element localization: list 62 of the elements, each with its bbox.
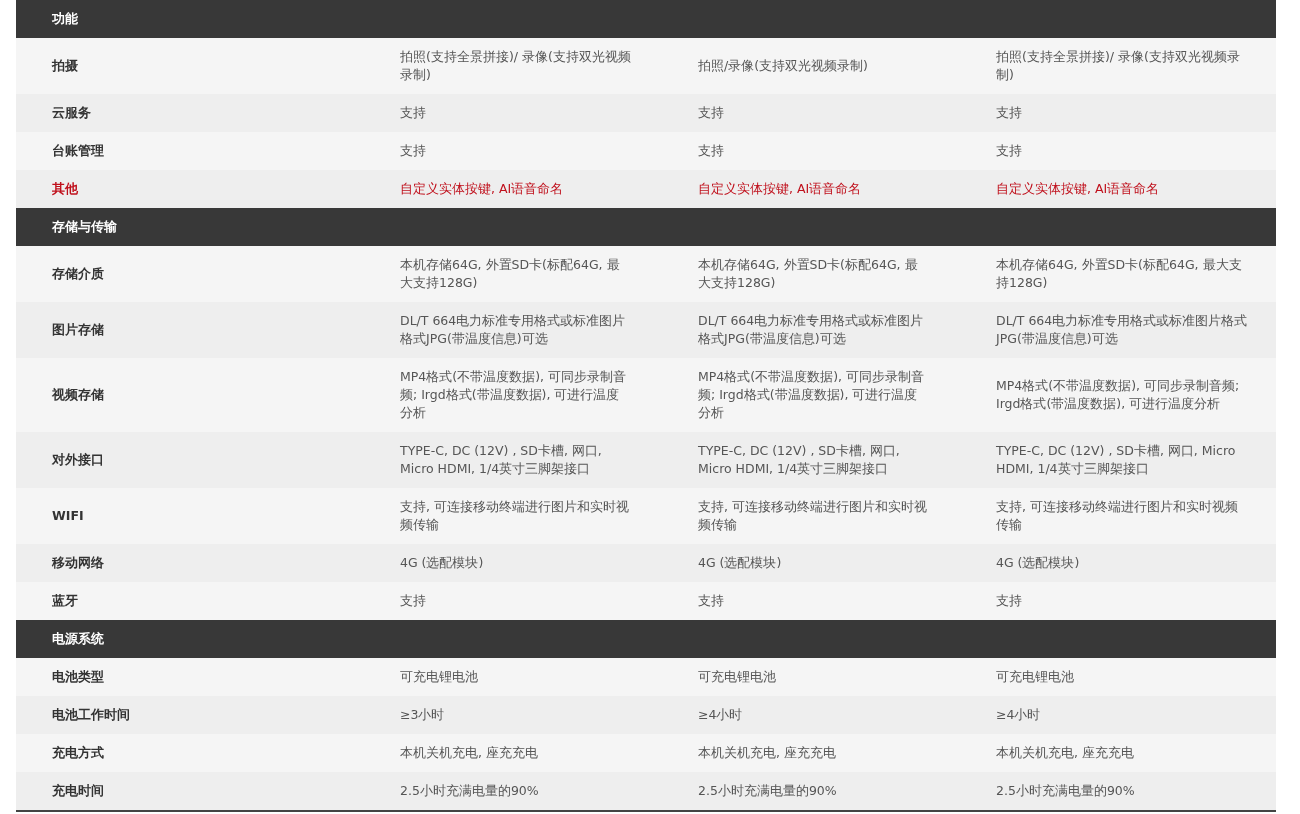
section-header: 电源系统 <box>16 620 1276 658</box>
table-cell: TYPE-C, DC (12V) , SD卡槽, 网口, Micro HDMI, 1/4英寸三脚架接口 <box>960 432 1276 488</box>
table-cell: 支持 <box>960 132 1276 170</box>
table-cell: 支持, 可连接移动终端进行图片和实时视频传输 <box>662 488 960 544</box>
table-cell: ≥4小时 <box>662 696 960 734</box>
table-cell: 可充电锂电池 <box>364 658 662 696</box>
table-cell: 支持 <box>662 582 960 620</box>
table-cell: 支持 <box>364 94 662 132</box>
table-cell: 本机关机充电, 座充充电 <box>662 734 960 772</box>
table-cell: 自定义实体按键, AI语音命名 <box>662 170 960 208</box>
table-cell: 本机关机充电, 座充充电 <box>364 734 662 772</box>
table-cell: 4G (选配模块) <box>364 544 662 582</box>
table-cell: 支持 <box>662 94 960 132</box>
row-label: 对外接口 <box>16 432 364 488</box>
table-cell: 4G (选配模块) <box>960 544 1276 582</box>
table-cell: 支持, 可连接移动终端进行图片和实时视频传输 <box>364 488 662 544</box>
row-label: 台账管理 <box>16 132 364 170</box>
row-label: 其他 <box>16 170 364 208</box>
table-cell: 4G (选配模块) <box>662 544 960 582</box>
table-cell: MP4格式(不带温度数据), 可同步录制音频; Irgd格式(带温度数据), 可进行温度分析 <box>364 358 662 432</box>
table-cell: DL/T 664电力标准专用格式或标准图片格式JPG(带温度信息)可选 <box>364 302 662 358</box>
table-cell: TYPE-C, DC (12V) , SD卡槽, 网口, Micro HDMI, 1/4英寸三脚架接口 <box>364 432 662 488</box>
table-cell: 拍照(支持全景拼接)/ 录像(支持双光视频录制) <box>960 38 1276 94</box>
table-cell: 支持 <box>960 94 1276 132</box>
table-cell: 支持 <box>364 132 662 170</box>
table-cell: 本机关机充电, 座充充电 <box>960 734 1276 772</box>
table-cell: MP4格式(不带温度数据), 可同步录制音频; Irgd格式(带温度数据), 可进行温度分析 <box>960 358 1276 432</box>
table-cell: DL/T 664电力标准专用格式或标准图片格式JPG(带温度信息)可选 <box>662 302 960 358</box>
table-cell: 本机存储64G, 外置SD卡(标配64G, 最大支持128G) <box>662 246 960 302</box>
row-label: 蓝牙 <box>16 582 364 620</box>
row-label: 存储介质 <box>16 246 364 302</box>
table-cell: 2.5小时充满电量的90% <box>364 772 662 811</box>
table-cell: 2.5小时充满电量的90% <box>960 772 1276 811</box>
table-cell: 可充电锂电池 <box>960 658 1276 696</box>
table-cell: 拍照/录像(支持双光视频录制) <box>662 38 960 94</box>
table-cell: 支持 <box>960 582 1276 620</box>
row-label: 充电时间 <box>16 772 364 811</box>
row-label: 移动网络 <box>16 544 364 582</box>
table-cell: MP4格式(不带温度数据), 可同步录制音频; Irgd格式(带温度数据), 可进行温度分析 <box>662 358 960 432</box>
table-cell: 支持 <box>662 132 960 170</box>
table-cell: ≥4小时 <box>960 696 1276 734</box>
table-cell: TYPE-C, DC (12V) , SD卡槽, 网口, Micro HDMI, 1/4英寸三脚架接口 <box>662 432 960 488</box>
table-cell: 拍照(支持全景拼接)/ 录像(支持双光视频录制) <box>364 38 662 94</box>
table-cell: 可充电锂电池 <box>662 658 960 696</box>
table-cell: ≥3小时 <box>364 696 662 734</box>
row-label: 充电方式 <box>16 734 364 772</box>
table-cell: 自定义实体按键, AI语音命名 <box>960 170 1276 208</box>
row-label: 图片存储 <box>16 302 364 358</box>
row-label: 云服务 <box>16 94 364 132</box>
table-cell: 2.5小时充满电量的90% <box>662 772 960 811</box>
table-cell: 自定义实体按键, AI语音命名 <box>364 170 662 208</box>
row-label: 拍摄 <box>16 38 364 94</box>
section-header: 存储与传输 <box>16 208 1276 246</box>
table-cell: 本机存储64G, 外置SD卡(标配64G, 最大支持128G) <box>960 246 1276 302</box>
table-cell: 支持, 可连接移动终端进行图片和实时视频传输 <box>960 488 1276 544</box>
row-label: 视频存储 <box>16 358 364 432</box>
row-label: 电池类型 <box>16 658 364 696</box>
row-label: WIFI <box>16 488 364 544</box>
table-cell: 本机存储64G, 外置SD卡(标配64G, 最大支持128G) <box>364 246 662 302</box>
table-cell: 支持 <box>364 582 662 620</box>
row-label: 电池工作时间 <box>16 696 364 734</box>
table-cell: DL/T 664电力标准专用格式或标准图片格式JPG(带温度信息)可选 <box>960 302 1276 358</box>
